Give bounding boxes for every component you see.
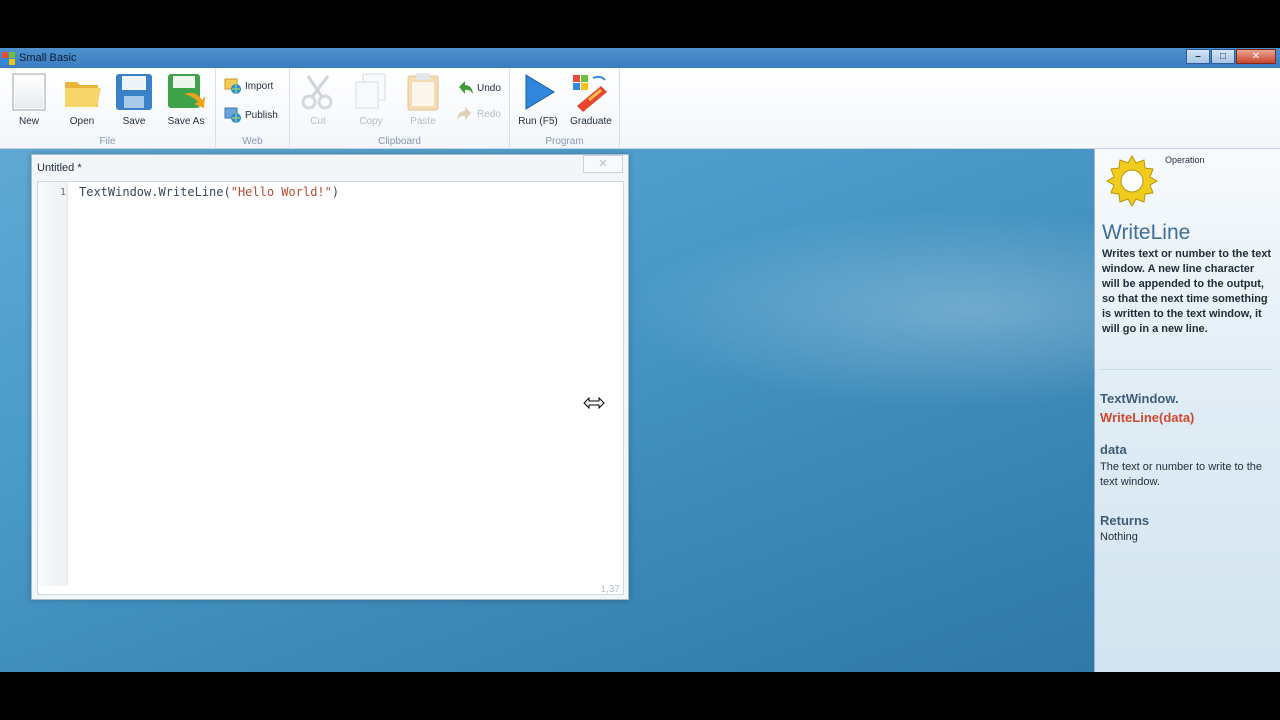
signature-object: TextWindow. [1100,391,1179,406]
web-group-label: Web [242,136,263,147]
line-number-gutter: 1 [38,182,68,586]
resize-cursor-icon [583,397,605,409]
import-label: Import [245,80,274,92]
editor-close-button[interactable]: ✕ [583,155,623,173]
play-icon [518,72,558,112]
scissors-icon [298,72,338,112]
clipboard-group-label: Clipboard [378,136,421,147]
program-group: Run (F5) Graduate Program [510,68,620,149]
redo-button[interactable]: Redo [456,105,501,123]
parameter-description: The text or number to write to the text … [1100,461,1263,488]
small-basic-app: Small Basic – □ ✕ New Open Save Save As … [0,48,1280,672]
floppy-disk-icon [114,72,154,112]
redo-label: Redo [477,108,501,120]
help-divider [1101,369,1271,370]
code-editor[interactable]: 1 TextWindow.WriteLine("Hello World!") [37,181,624,595]
new-button[interactable]: New [4,72,54,127]
copy-label: Copy [359,116,383,127]
letterbox-top [0,0,1280,48]
new-label: New [18,116,39,127]
graduate-label: Graduate [570,116,612,127]
save-label: Save [122,116,146,127]
parameter-name: data [1100,442,1127,457]
graduate-icon [571,72,611,112]
folder-icon [62,72,102,112]
window-title: Small Basic [19,52,77,64]
code-identifier: TextWindow.WriteLine( [79,185,231,199]
signature-method: WriteLine(data) [1100,410,1195,425]
save-button[interactable]: Save [109,72,159,127]
file-group: New Open Save Save As File [0,68,216,149]
cursor-position: 1,37 [600,584,620,595]
help-description: Writes text or number to the text window… [1102,248,1272,335]
run-label: Run (F5) [518,116,558,127]
undo-arrow-icon [459,81,473,94]
run-button[interactable]: Run (F5) [513,72,563,127]
copy-button[interactable]: Copy [346,72,396,127]
returns-value: Nothing [1100,531,1138,543]
import-button[interactable]: Import [224,77,273,95]
publish-label: Publish [245,109,278,121]
title-bar[interactable]: Small Basic – □ ✕ [0,48,1280,68]
cut-label: Cut [310,116,326,127]
letterbox-bottom [0,672,1280,720]
maximize-button[interactable]: □ [1211,49,1235,64]
redo-arrow-icon [457,107,471,120]
graduate-button[interactable]: Graduate [566,72,616,127]
publish-globe-icon [224,107,241,123]
save-as-label: Save As [167,116,205,127]
open-label: Open [69,116,95,127]
copy-icon [351,72,391,112]
paste-button[interactable]: Paste [398,72,448,127]
editor-title: Untitled * [37,162,82,174]
code-string: "Hello World!" [230,185,332,199]
editor-window[interactable]: Untitled * ✕ 1 TextWindow.WriteLine("Hel… [31,154,629,600]
clipboard-group: Cut Copy Paste Undo Redo Clipboard [290,68,510,149]
gear-icon [1105,154,1159,208]
close-button[interactable]: ✕ [1236,49,1276,64]
help-type: Operation [1165,155,1205,165]
workspace-glow [620,209,1094,409]
cut-button[interactable]: Cut [293,72,343,127]
import-globe-icon [224,78,241,94]
code-tail: ) [331,185,340,199]
save-as-icon [166,72,206,112]
line-number: 1 [59,187,66,198]
program-group-label: Program [545,136,584,147]
ribbon-toolbar: New Open Save Save As File Import Publis… [0,68,1280,149]
web-group: Import Publish Web [216,68,290,149]
publish-button[interactable]: Publish [224,106,278,124]
clipboard-icon [403,72,443,112]
help-panel: Operation WriteLine Writes text or numbe… [1094,149,1280,672]
paste-label: Paste [410,116,436,127]
code-line[interactable]: TextWindow.WriteLine("Hello World!") [79,185,339,199]
new-file-icon [9,72,49,112]
open-button[interactable]: Open [57,72,107,127]
minimize-button[interactable]: – [1186,49,1210,64]
window-controls: – □ ✕ [1185,49,1276,65]
undo-label: Undo [477,82,501,94]
file-group-label: File [99,136,116,147]
undo-button[interactable]: Undo [456,79,501,97]
save-as-button[interactable]: Save As [161,72,211,127]
workspace: Untitled * ✕ 1 TextWindow.WriteLine("Hel… [0,149,1094,672]
returns-label: Returns [1100,513,1150,528]
help-title: WriteLine [1102,221,1191,244]
small-basic-logo-icon [2,52,15,65]
